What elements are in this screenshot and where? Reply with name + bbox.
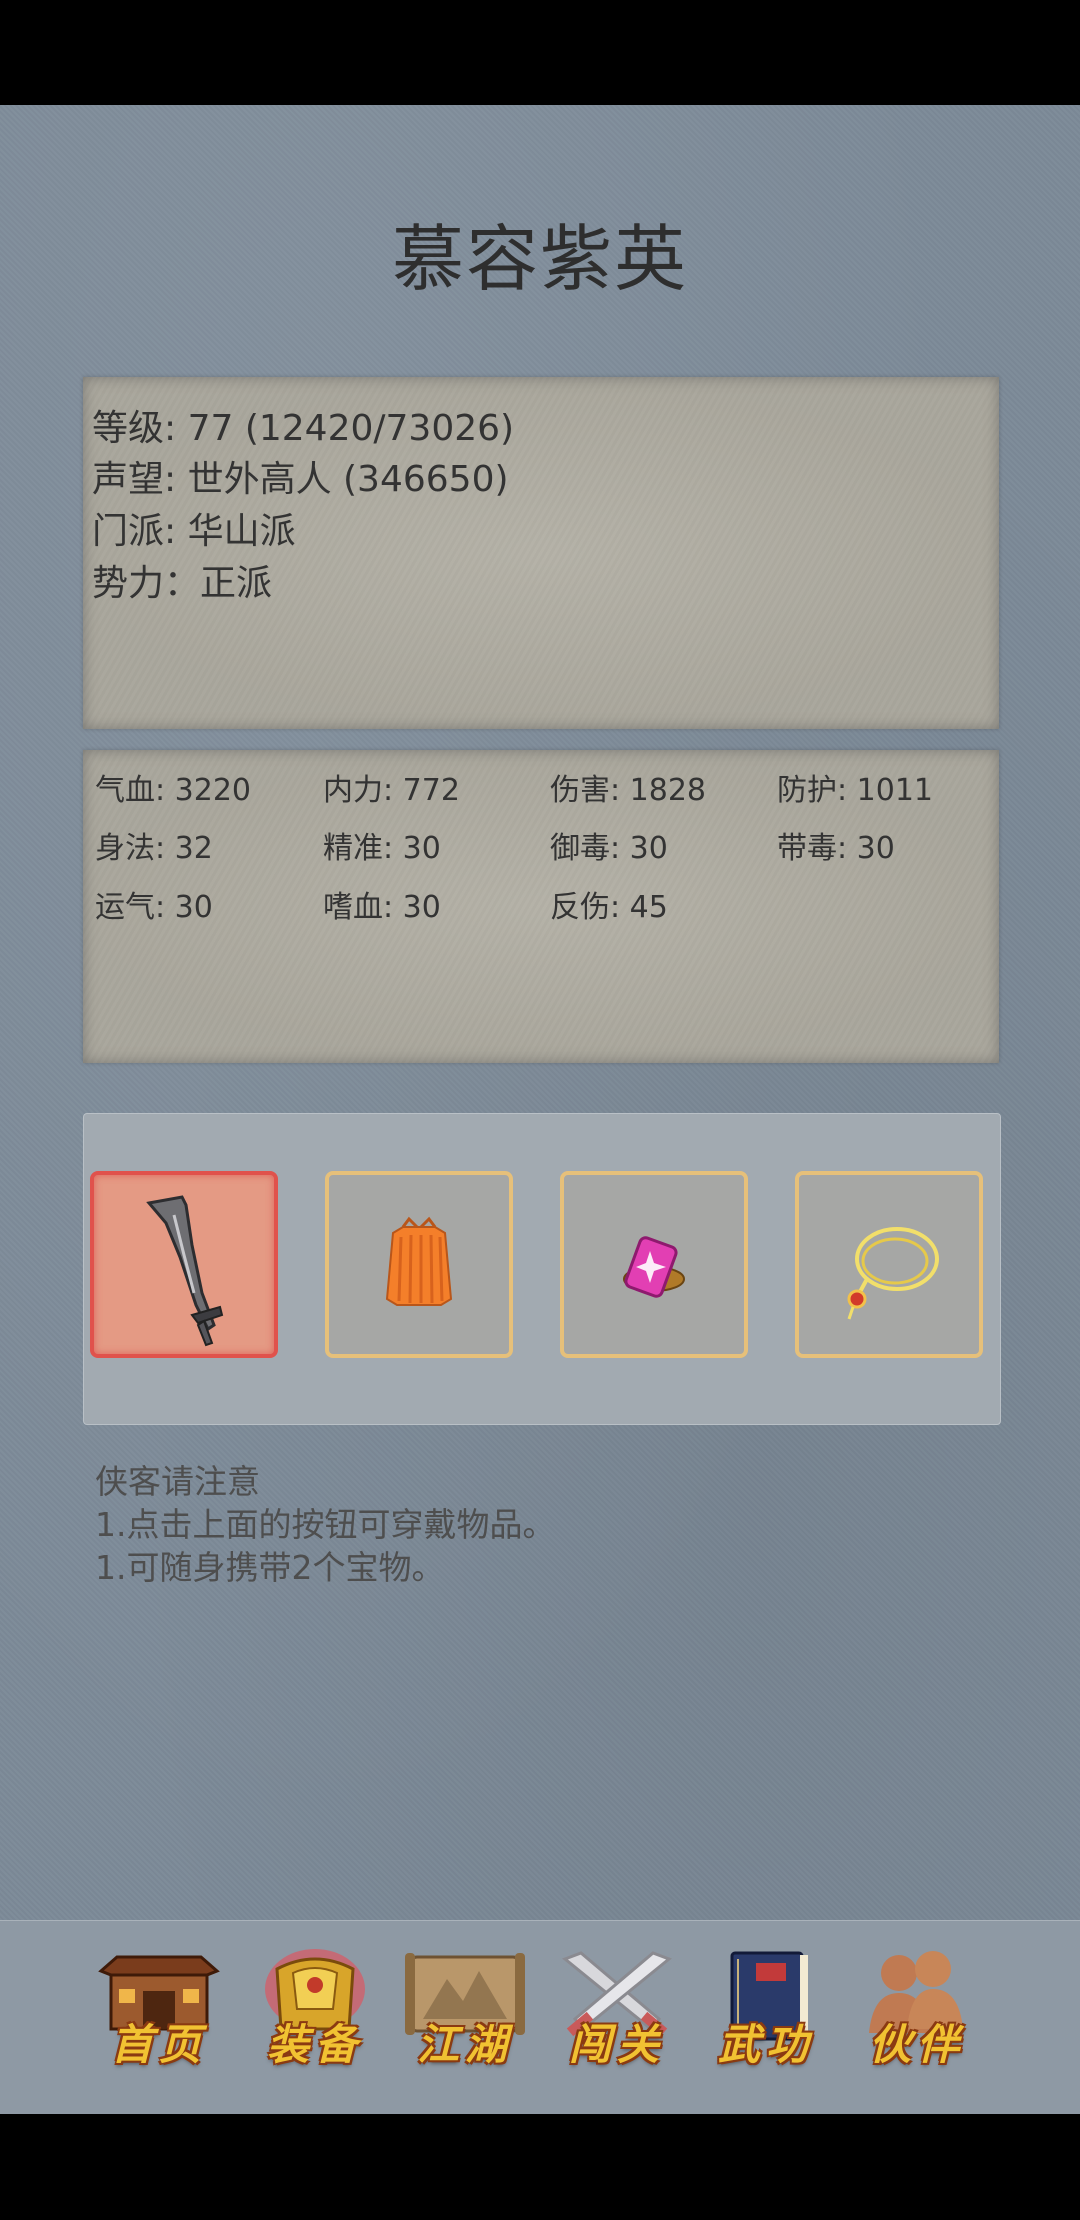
sword-icon — [146, 1195, 224, 1347]
stat-damage: 伤害: 1828 — [550, 773, 706, 808]
sect-text: 门派: 华山派 — [92, 511, 296, 552]
necklace-icon — [847, 1227, 939, 1320]
nav-martial-arts-label: 武功 — [717, 2020, 814, 2069]
bottom-navigation: 首页 装备 江湖 闯关 武功 伙伴 — [0, 1920, 1080, 2114]
character-info-panel: 等级: 77 (12420/73026) 声望: 世外高人 (346650) 门… — [83, 377, 999, 729]
notice-box: 侠客请注意 1.点击上面的按钮可穿戴物品。 1.可随身携带2个宝物。 — [95, 1460, 556, 1589]
equipment-panel — [83, 1113, 1001, 1425]
nav-challenge[interactable]: 闯关 — [555, 1949, 679, 2079]
stat-poison-resist: 御毒: 30 — [550, 831, 668, 866]
stat-luck: 运气: 30 — [95, 890, 213, 925]
nav-partners-label: 伙伴 — [868, 2020, 965, 2069]
nav-martial-arts[interactable]: 武功 — [704, 1949, 828, 2079]
stat-reflect: 反伤: 45 — [550, 890, 668, 925]
equip-slot-armor[interactable] — [325, 1171, 513, 1358]
fame-text: 声望: 世外高人 (346650) — [92, 459, 509, 500]
stat-defense: 防护: 1011 — [777, 773, 933, 808]
nav-equipment-label: 装备 — [266, 2020, 363, 2069]
pink-gem-icon — [623, 1236, 685, 1298]
equip-slot-treasure-2[interactable] — [795, 1171, 983, 1358]
notice-line-1: 1.点击上面的按钮可穿戴物品。 — [95, 1505, 556, 1544]
nav-partners[interactable]: 伙伴 — [855, 1949, 979, 2079]
level-text: 等级: 77 (12420/73026) — [92, 408, 515, 449]
stat-agility: 身法: 32 — [95, 831, 213, 866]
nav-equipment[interactable]: 装备 — [253, 1949, 377, 2079]
stat-poison: 带毒: 30 — [777, 831, 895, 866]
nav-challenge-label: 闯关 — [568, 2020, 665, 2069]
nav-home[interactable]: 首页 — [97, 1949, 221, 2079]
armor-vest-icon — [385, 1216, 453, 1306]
character-name: 慕容紫英 — [391, 217, 688, 301]
stat-hp: 气血: 3220 — [95, 773, 251, 808]
equipment-screen: 慕容紫英 等级: 77 (12420/73026) 声望: 世外高人 (3466… — [0, 105, 1080, 2114]
faction-text: 势力：正派 — [92, 563, 273, 604]
notice-line-2: 1.可随身携带2个宝物。 — [95, 1548, 445, 1587]
stats-panel: 气血: 3220 内力: 772 伤害: 1828 防护: 1011 身法: 3… — [83, 750, 999, 1063]
nav-home-label: 首页 — [110, 2020, 207, 2069]
nav-jianghu[interactable]: 江湖 — [403, 1949, 527, 2079]
stat-accuracy: 精准: 30 — [323, 831, 441, 866]
notice-title: 侠客请注意 — [95, 1462, 260, 1501]
equip-slot-weapon[interactable] — [90, 1171, 278, 1358]
stat-lifesteal: 嗜血: 30 — [323, 890, 441, 925]
nav-jianghu-label: 江湖 — [416, 2020, 513, 2069]
stat-internal-power: 内力: 772 — [323, 773, 460, 808]
equip-slot-treasure-1[interactable] — [560, 1171, 748, 1358]
